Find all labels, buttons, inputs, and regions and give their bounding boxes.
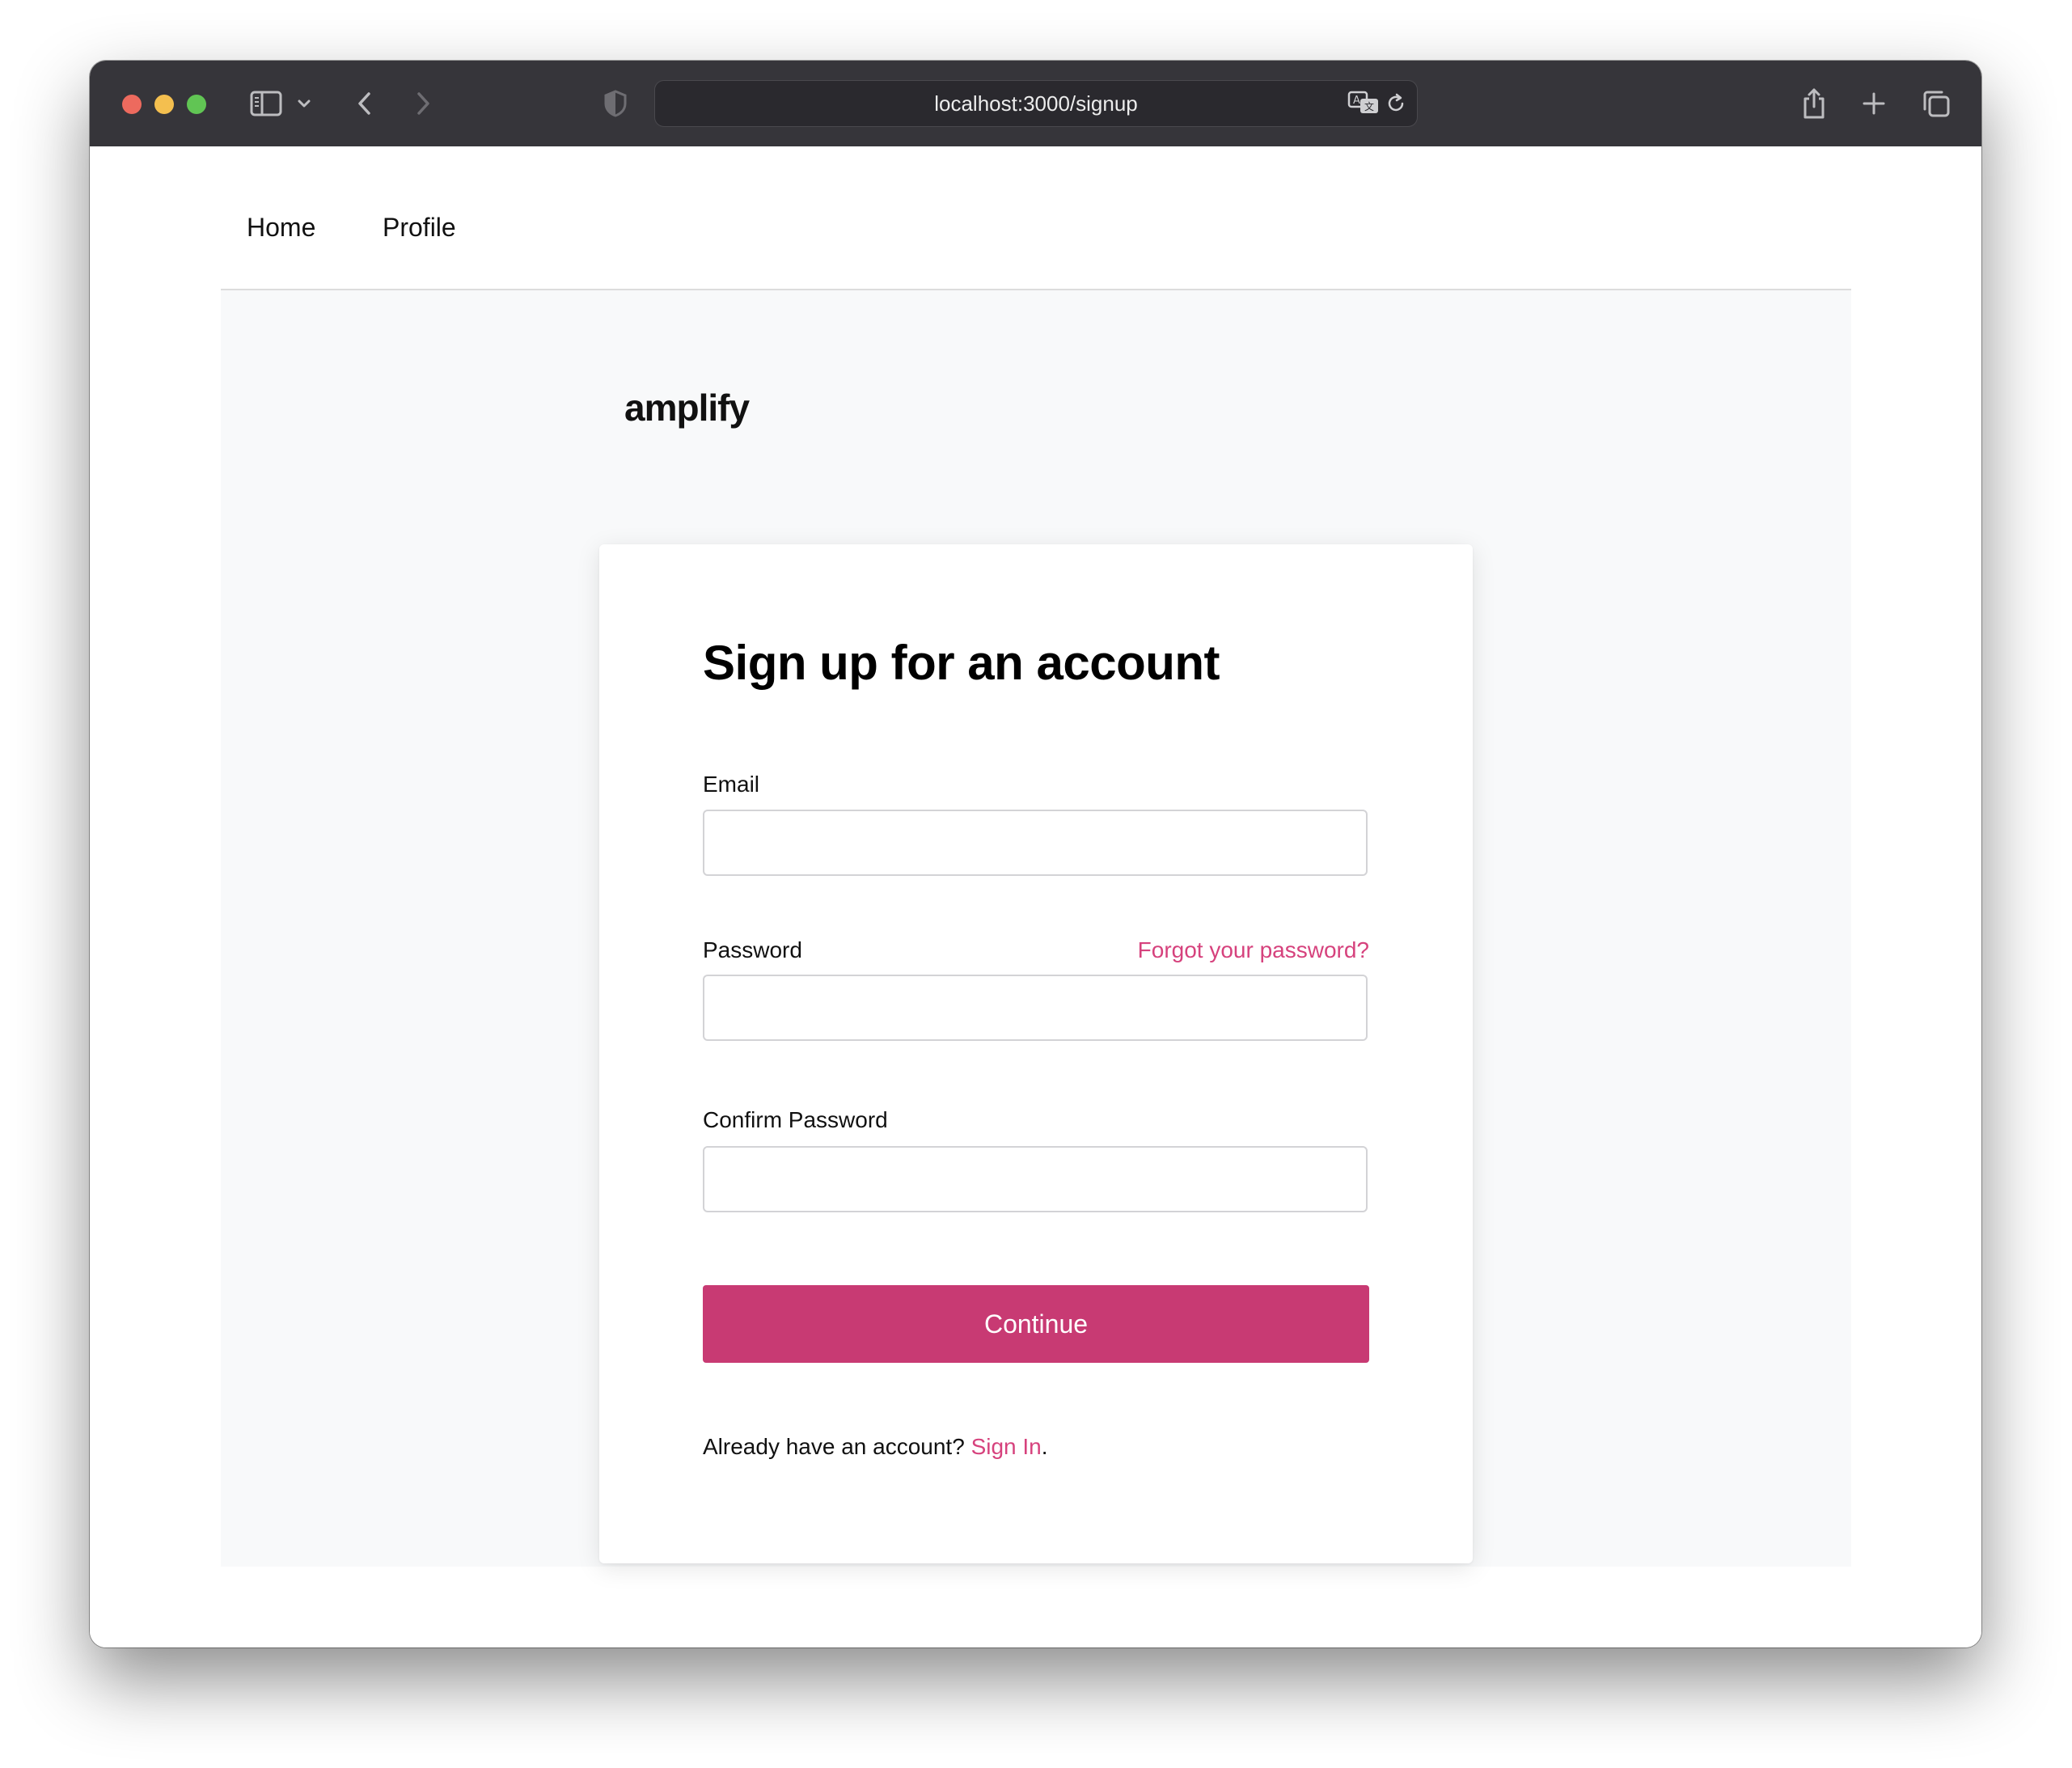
- password-field[interactable]: [703, 975, 1368, 1041]
- signin-prompt-end: .: [1041, 1434, 1048, 1459]
- back-arrow-icon[interactable]: [349, 85, 381, 122]
- url-text: localhost:3000/signup: [934, 91, 1138, 116]
- page-content: Home Profile amplify Sign up for an acco…: [90, 146, 1981, 1647]
- signin-link[interactable]: Sign In: [971, 1434, 1042, 1459]
- chevron-down-icon[interactable]: [294, 85, 315, 122]
- password-label: Password: [703, 937, 802, 962]
- brand-logo: amplify: [624, 387, 750, 429]
- forgot-password-link[interactable]: Forgot your password?: [1138, 937, 1369, 963]
- continue-button[interactable]: Continue: [703, 1285, 1369, 1363]
- privacy-shield-icon[interactable]: [599, 85, 632, 122]
- address-bar[interactable]: localhost:3000/signup A文: [654, 80, 1418, 127]
- signin-prompt-text: Already have an account?: [703, 1434, 971, 1459]
- forward-arrow-icon[interactable]: [407, 85, 439, 122]
- sidebar-icon[interactable]: [247, 85, 285, 122]
- maximize-window-button[interactable]: [187, 95, 206, 114]
- reload-icon[interactable]: [1385, 92, 1407, 119]
- email-field[interactable]: [703, 810, 1368, 876]
- page-title: Sign up for an account: [703, 636, 1220, 690]
- svg-text:A: A: [1353, 95, 1360, 107]
- confirm-password-field[interactable]: [703, 1146, 1368, 1212]
- plus-icon[interactable]: [1858, 85, 1890, 122]
- svg-text:文: 文: [1364, 100, 1374, 112]
- email-label: Email: [703, 772, 760, 797]
- confirm-password-label: Confirm Password: [703, 1107, 888, 1132]
- translate-icon[interactable]: A文: [1347, 91, 1380, 119]
- signup-card: Sign up for an account Email Password Fo…: [599, 544, 1473, 1563]
- share-icon[interactable]: [1798, 85, 1830, 122]
- signin-prompt: Already have an account? Sign In.: [703, 1434, 1048, 1460]
- nav-link-home[interactable]: Home: [247, 213, 315, 243]
- browser-titlebar: localhost:3000/signup A文: [90, 61, 1981, 147]
- top-nav: Home Profile: [221, 146, 1851, 290]
- nav-link-profile[interactable]: Profile: [383, 213, 456, 243]
- minimize-window-button[interactable]: [154, 95, 174, 114]
- browser-window: localhost:3000/signup A文 Home Profile am…: [90, 61, 1981, 1647]
- tab-overview-icon[interactable]: [1919, 85, 1953, 122]
- close-window-button[interactable]: [122, 95, 142, 114]
